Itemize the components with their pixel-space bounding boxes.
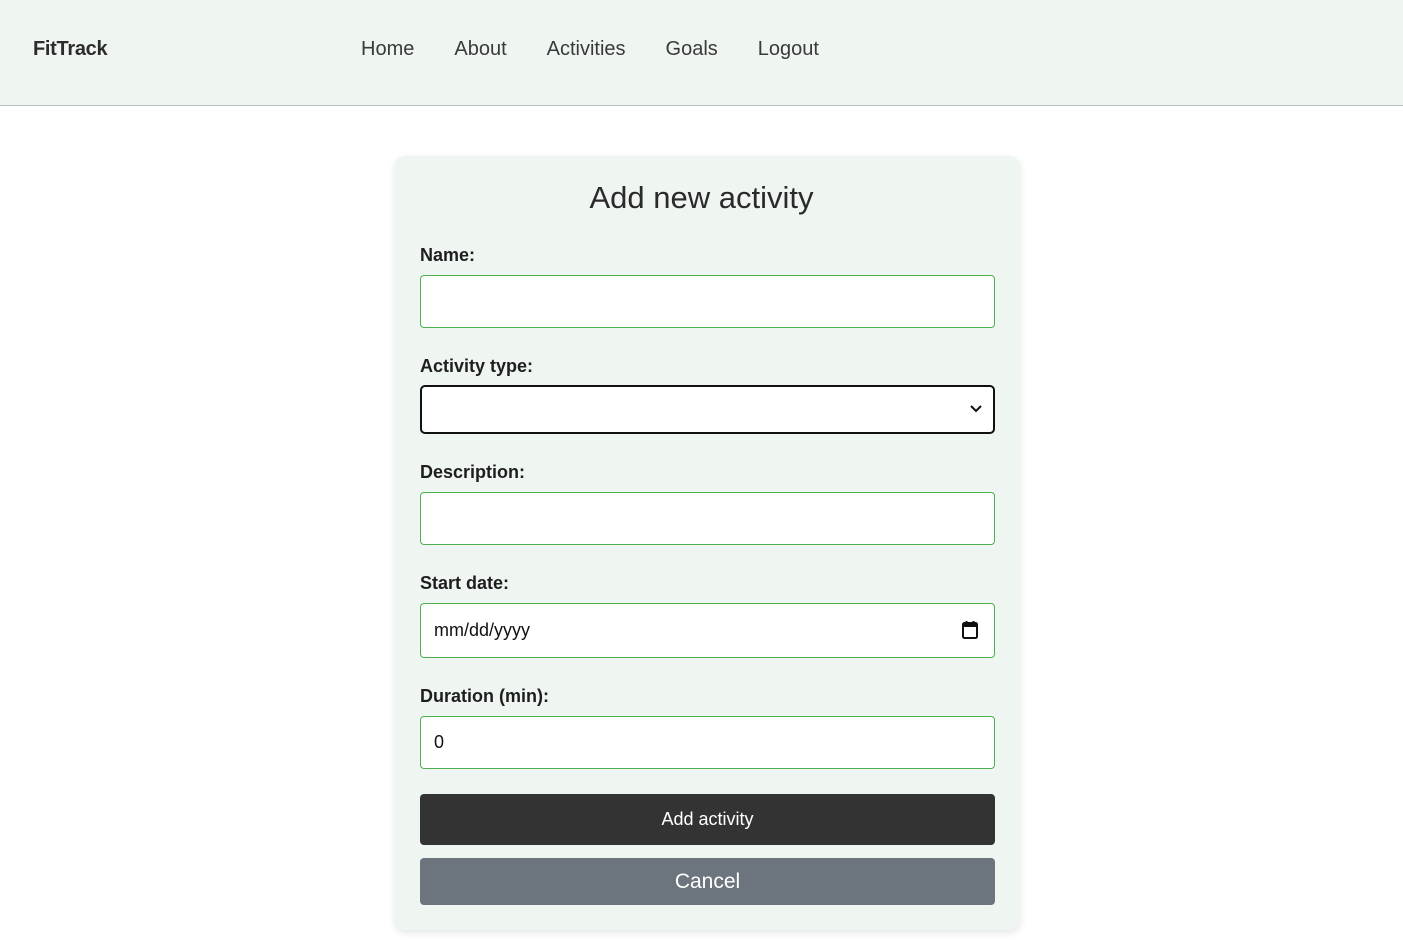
- add-activity-button[interactable]: Add activity: [420, 794, 995, 845]
- name-label: Name:: [420, 245, 476, 265]
- name-input[interactable]: [420, 275, 995, 328]
- chevron-down-icon: [970, 405, 982, 413]
- nav-link-activities[interactable]: Activities: [547, 38, 626, 61]
- top-navbar: FitTrack Home About Activities Goals Log…: [0, 0, 1403, 106]
- duration-label: Duration (min):: [420, 686, 549, 706]
- nav-links: Home About Activities Goals Logout: [361, 38, 859, 61]
- start-date-label: Start date:: [420, 573, 510, 593]
- description-label: Description:: [420, 462, 526, 482]
- nav-link-logout[interactable]: Logout: [758, 38, 819, 61]
- form-title: Add new activity: [589, 180, 814, 215]
- nav-link-about[interactable]: About: [454, 38, 506, 61]
- activity-type-label: Activity type:: [420, 356, 534, 376]
- nav-link-home[interactable]: Home: [361, 38, 414, 61]
- duration-input[interactable]: [420, 716, 995, 769]
- activity-type-select[interactable]: [420, 385, 995, 434]
- nav-link-goals[interactable]: Goals: [666, 38, 718, 61]
- start-date-placeholder: mm/dd/yyyy: [434, 620, 531, 640]
- description-input[interactable]: [420, 492, 995, 545]
- brand-logo[interactable]: FitTrack: [33, 38, 108, 61]
- cancel-button[interactable]: Cancel: [420, 858, 995, 905]
- calendar-icon[interactable]: [961, 620, 979, 640]
